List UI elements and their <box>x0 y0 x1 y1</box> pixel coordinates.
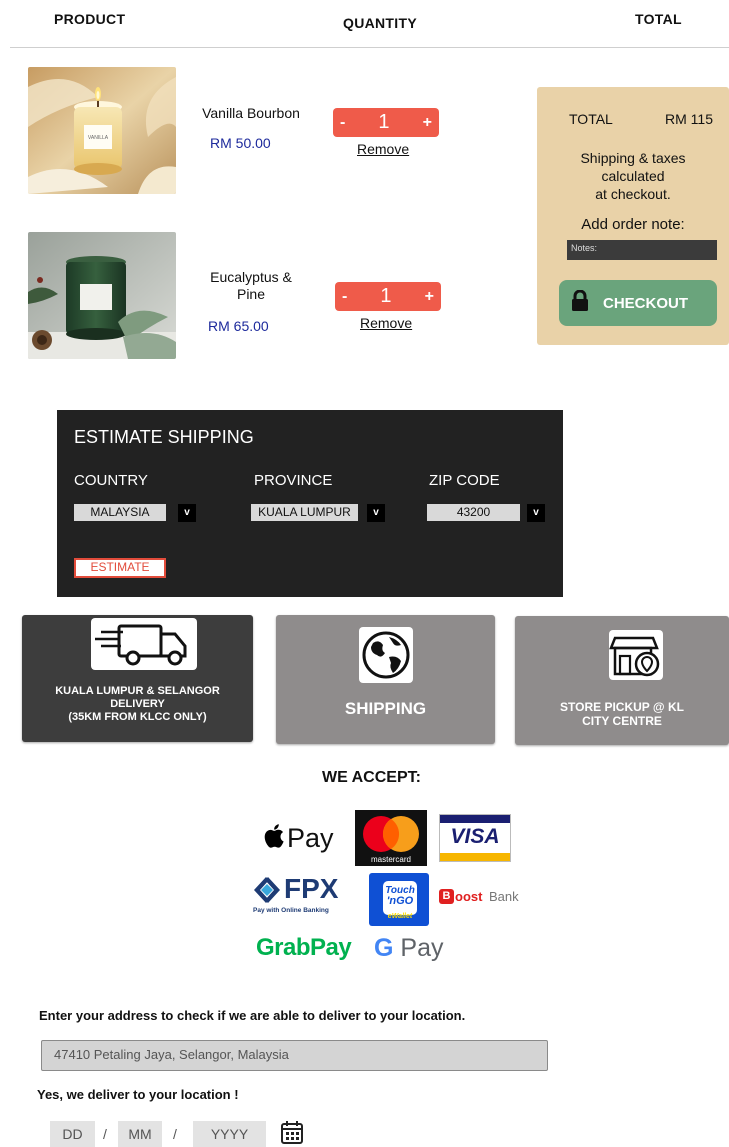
apple-icon <box>264 823 284 853</box>
candle-label-text: VANILLA <box>88 135 109 141</box>
quantity-value[interactable]: 1 <box>378 111 389 134</box>
google-pay-logo: G Pay <box>374 934 444 964</box>
increase-quantity-button[interactable]: + <box>425 288 434 306</box>
apple-pay-text: Pay <box>287 822 334 853</box>
fpx-text: FPX <box>284 873 339 904</box>
google-g-icon: G <box>374 934 394 962</box>
boost-bank-text: Bank <box>489 889 519 904</box>
touch-n-go-logo: Touch 'nGO eWallet <box>369 873 429 926</box>
remove-item-link[interactable]: Remove <box>357 141 409 157</box>
visa-bottom-stripe <box>440 853 510 861</box>
decrease-quantity-button[interactable]: - <box>340 114 345 132</box>
zip-dropdown-caret[interactable]: v <box>527 504 545 522</box>
delivery-option-shipping[interactable]: SHIPPING <box>276 615 495 744</box>
product-name[interactable]: Eucalyptus & Pine <box>190 269 312 303</box>
checkout-button[interactable]: CHECKOUT <box>559 280 717 326</box>
delivery-truck-icon <box>91 618 197 670</box>
product-image-vanilla-bourbon[interactable]: VANILLA <box>28 67 176 194</box>
delivery-option-label: KUALA LUMPUR & SELANGOR DELIVERY (35KM F… <box>55 685 220 723</box>
fpx-diamond-icon <box>254 877 280 903</box>
country-dropdown-caret[interactable]: v <box>178 504 196 522</box>
order-summary-card: TOTAL RM 115 Shipping & taxes calculated… <box>537 87 729 345</box>
estimate-shipping-panel: ESTIMATE SHIPPING COUNTRY PROVINCE ZIP C… <box>57 410 563 597</box>
header-divider <box>10 47 729 48</box>
delivery-option-klang-valley[interactable]: KUALA LUMPUR & SELANGOR DELIVERY (35KM F… <box>22 615 253 742</box>
zip-code-input[interactable]: 43200 <box>427 504 520 521</box>
order-note-input[interactable]: Notes: <box>567 240 717 260</box>
delivery-option-label: SHIPPING <box>344 699 427 718</box>
visa-text: VISA <box>450 825 500 848</box>
visa-top-stripe <box>440 815 510 823</box>
address-input[interactable]: 47410 Petaling Jaya, Selangor, Malaysia <box>41 1040 548 1071</box>
product-image-eucalyptus-pine[interactable] <box>28 232 176 359</box>
checkout-label: CHECKOUT <box>603 294 688 312</box>
column-header-product: PRODUCT <box>54 11 126 27</box>
summary-note-line: calculated <box>601 168 665 184</box>
summary-total-value: RM 115 <box>665 111 713 127</box>
increase-quantity-button[interactable]: + <box>423 114 432 132</box>
product-name[interactable]: Vanilla Bourbon <box>190 105 312 122</box>
date-day-input[interactable]: DD <box>50 1121 95 1147</box>
column-header-total: TOTAL <box>635 11 682 27</box>
quantity-stepper: - 1 + <box>335 282 441 311</box>
summary-shipping-note: Shipping & taxes calculated at checkout. <box>537 149 729 203</box>
quantity-value[interactable]: 1 <box>380 285 391 308</box>
estimate-shipping-title: ESTIMATE SHIPPING <box>74 427 254 447</box>
fpx-subtext: Pay with Online Banking <box>253 907 329 914</box>
boost-b-icon: B <box>439 889 454 904</box>
delivery-option-label: STORE PICKUP @ KL CITY CENTRE <box>560 700 684 728</box>
delivery-option-store-pickup[interactable]: STORE PICKUP @ KL CITY CENTRE <box>515 616 729 745</box>
fpx-logo: FPX Pay with Online Banking <box>252 874 354 920</box>
summary-note-line: at checkout. <box>595 186 671 202</box>
mastercard-logo: mastercard <box>355 810 427 866</box>
decrease-quantity-button[interactable]: - <box>342 288 347 306</box>
touch-n-go-text-mid: 'nGO <box>386 895 414 907</box>
column-header-quantity: QUANTITY <box>343 15 417 31</box>
province-select[interactable]: KUALA LUMPUR <box>251 504 358 521</box>
address-check-prompt: Enter your address to check if we are ab… <box>39 1008 466 1023</box>
date-month-input[interactable]: MM <box>118 1121 162 1147</box>
province-label: PROVINCE <box>254 472 333 489</box>
grabpay-logo: GrabPay <box>256 934 352 961</box>
summary-total-label: TOTAL <box>569 111 613 127</box>
product-price: RM 50.00 <box>210 135 271 151</box>
apple-pay-logo: Pay <box>264 822 348 854</box>
date-year-input[interactable]: YYYY <box>193 1121 266 1147</box>
country-select[interactable]: MALAYSIA <box>74 504 166 521</box>
visa-logo: VISA <box>439 814 511 862</box>
payment-methods-title: WE ACCEPT: <box>322 769 421 786</box>
lock-icon <box>571 289 589 316</box>
quantity-stepper: - 1 + <box>333 108 439 137</box>
delivery-availability-message: Yes, we deliver to your location ! <box>37 1087 239 1102</box>
order-note-label: Add order note: <box>581 216 685 233</box>
calendar-icon[interactable] <box>279 1119 305 1145</box>
date-separator: / <box>103 1126 107 1142</box>
zip-code-label: ZIP CODE <box>429 472 500 489</box>
province-dropdown-caret[interactable]: v <box>367 504 385 522</box>
estimate-button[interactable]: ESTIMATE <box>74 558 166 578</box>
boost-bank-logo: B oost Bank <box>435 887 535 911</box>
boost-text: oost <box>455 889 483 904</box>
store-pin-icon <box>609 630 663 680</box>
globe-icon <box>359 627 413 683</box>
country-label: COUNTRY <box>74 472 148 489</box>
mastercard-text: mastercard <box>370 855 411 864</box>
touch-n-go-text-bottom: eWallet <box>387 913 413 920</box>
product-price: RM 65.00 <box>208 318 269 334</box>
remove-item-link[interactable]: Remove <box>360 315 412 331</box>
google-pay-text: Pay <box>400 934 444 962</box>
summary-note-line: Shipping & taxes <box>580 150 686 166</box>
date-separator: / <box>173 1126 177 1142</box>
